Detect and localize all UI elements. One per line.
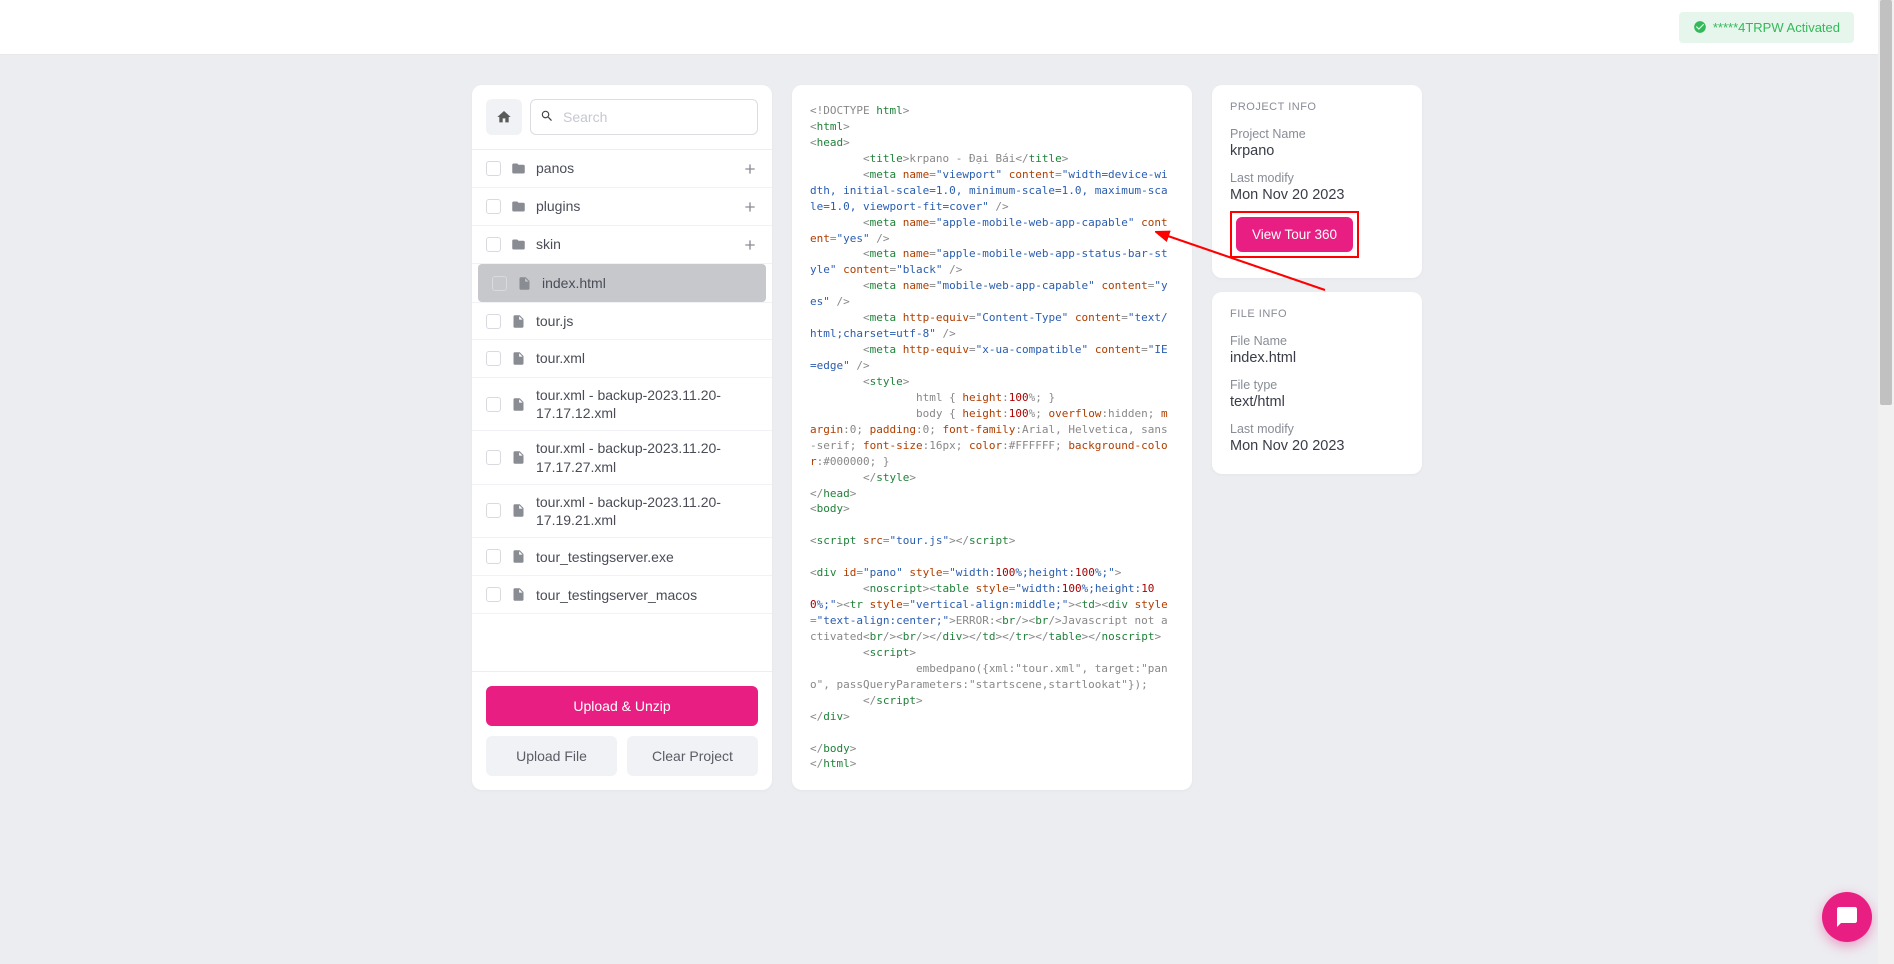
file-row[interactable]: tour_testingserver.exe	[472, 538, 772, 576]
file-icon	[511, 549, 526, 564]
file-icon	[511, 450, 526, 465]
file-row[interactable]: tour.js	[472, 302, 772, 340]
file-icon	[511, 397, 526, 412]
activation-badge: *****4TRPW Activated	[1679, 12, 1854, 43]
search-input[interactable]	[530, 99, 758, 135]
file-icon	[511, 314, 526, 329]
file-label: tour_testingserver.exe	[536, 548, 758, 566]
file-name-value: index.html	[1230, 350, 1404, 366]
folder-row[interactable]: panos	[472, 150, 772, 188]
file-type-label: File type	[1230, 378, 1404, 392]
scrollbar-track[interactable]	[1878, 0, 1894, 964]
info-sidebar: PROJECT INFO Project Name krpano Last mo…	[1212, 85, 1422, 790]
file-modify-label: Last modify	[1230, 422, 1404, 436]
file-row[interactable]: tour.xml - backup-2023.11.20-17.19.21.xm…	[472, 485, 772, 538]
file-name-label: File Name	[1230, 334, 1404, 348]
checkbox[interactable]	[486, 351, 501, 366]
checkbox[interactable]	[486, 199, 501, 214]
search-icon	[540, 109, 554, 123]
file-row[interactable]: tour.xml - backup-2023.11.20-17.17.27.xm…	[472, 431, 772, 484]
checkbox[interactable]	[486, 237, 501, 252]
project-modify-label: Last modify	[1230, 171, 1404, 185]
checkbox[interactable]	[486, 161, 501, 176]
check-circle-icon	[1693, 20, 1707, 34]
search-wrap	[530, 99, 758, 135]
file-tree-panel: panos plugins skin index.html	[472, 85, 772, 790]
chat-widget-button[interactable]	[1822, 892, 1872, 942]
file-icon	[511, 503, 526, 518]
file-label: tour.xml - backup-2023.11.20-17.17.27.xm…	[536, 439, 758, 475]
folder-label: skin	[536, 235, 732, 253]
search-row	[472, 85, 772, 149]
view-tour-button[interactable]: View Tour 360	[1236, 217, 1353, 252]
file-modify-value: Mon Nov 20 2023	[1230, 438, 1404, 454]
folder-row[interactable]: skin	[472, 226, 772, 264]
checkbox[interactable]	[486, 549, 501, 564]
home-icon	[496, 109, 512, 125]
chat-icon	[1835, 905, 1859, 929]
folder-icon	[511, 161, 526, 176]
scrollbar-thumb[interactable]	[1880, 0, 1892, 405]
clear-project-button[interactable]: Clear Project	[627, 736, 758, 776]
project-name-value: krpano	[1230, 143, 1404, 159]
plus-icon[interactable]	[742, 199, 758, 215]
file-tree: panos plugins skin index.html	[472, 149, 772, 614]
folder-label: plugins	[536, 197, 732, 215]
upload-file-button[interactable]: Upload File	[486, 736, 617, 776]
folder-label: panos	[536, 159, 732, 177]
file-label: tour_testingserver_macos	[536, 586, 758, 604]
folder-icon	[511, 237, 526, 252]
file-label: tour.js	[536, 312, 758, 330]
checkbox[interactable]	[486, 397, 501, 412]
annotation-highlight-box: View Tour 360	[1230, 211, 1359, 258]
activation-text: *****4TRPW Activated	[1713, 20, 1840, 35]
project-info-title: PROJECT INFO	[1230, 101, 1404, 113]
file-icon	[511, 351, 526, 366]
code-viewer: <!DOCTYPE html> <html> <head> <title>krp…	[792, 85, 1192, 790]
file-label: tour.xml	[536, 349, 758, 367]
upload-unzip-button[interactable]: Upload & Unzip	[486, 686, 758, 726]
file-label: index.html	[542, 274, 752, 292]
checkbox[interactable]	[492, 276, 507, 291]
checkbox[interactable]	[486, 314, 501, 329]
checkbox[interactable]	[486, 450, 501, 465]
file-label: tour.xml - backup-2023.11.20-17.19.21.xm…	[536, 493, 758, 529]
code-content: <!DOCTYPE html> <html> <head> <title>krp…	[810, 103, 1174, 772]
file-row[interactable]: tour_testingserver_macos	[472, 576, 772, 614]
folder-row[interactable]: plugins	[472, 188, 772, 226]
plus-icon[interactable]	[742, 237, 758, 253]
checkbox[interactable]	[486, 503, 501, 518]
file-info-title: FILE INFO	[1230, 308, 1404, 320]
file-icon	[511, 587, 526, 602]
actions-area: Upload & Unzip Upload File Clear Project	[472, 671, 772, 790]
file-icon	[517, 276, 532, 291]
plus-icon[interactable]	[742, 161, 758, 177]
project-name-label: Project Name	[1230, 127, 1404, 141]
project-info-card: PROJECT INFO Project Name krpano Last mo…	[1212, 85, 1422, 278]
home-button[interactable]	[486, 99, 522, 135]
file-row[interactable]: tour.xml - backup-2023.11.20-17.17.12.xm…	[472, 378, 772, 431]
page-content: panos plugins skin index.html	[0, 55, 1894, 830]
checkbox[interactable]	[486, 587, 501, 602]
file-type-value: text/html	[1230, 394, 1404, 410]
file-label: tour.xml - backup-2023.11.20-17.17.12.xm…	[536, 386, 758, 422]
file-info-card: FILE INFO File Name index.html File type…	[1212, 292, 1422, 474]
topbar: *****4TRPW Activated	[0, 0, 1894, 55]
folder-icon	[511, 199, 526, 214]
file-row-selected[interactable]: index.html	[478, 264, 766, 302]
file-row[interactable]: tour.xml	[472, 340, 772, 378]
project-modify-value: Mon Nov 20 2023	[1230, 187, 1404, 203]
